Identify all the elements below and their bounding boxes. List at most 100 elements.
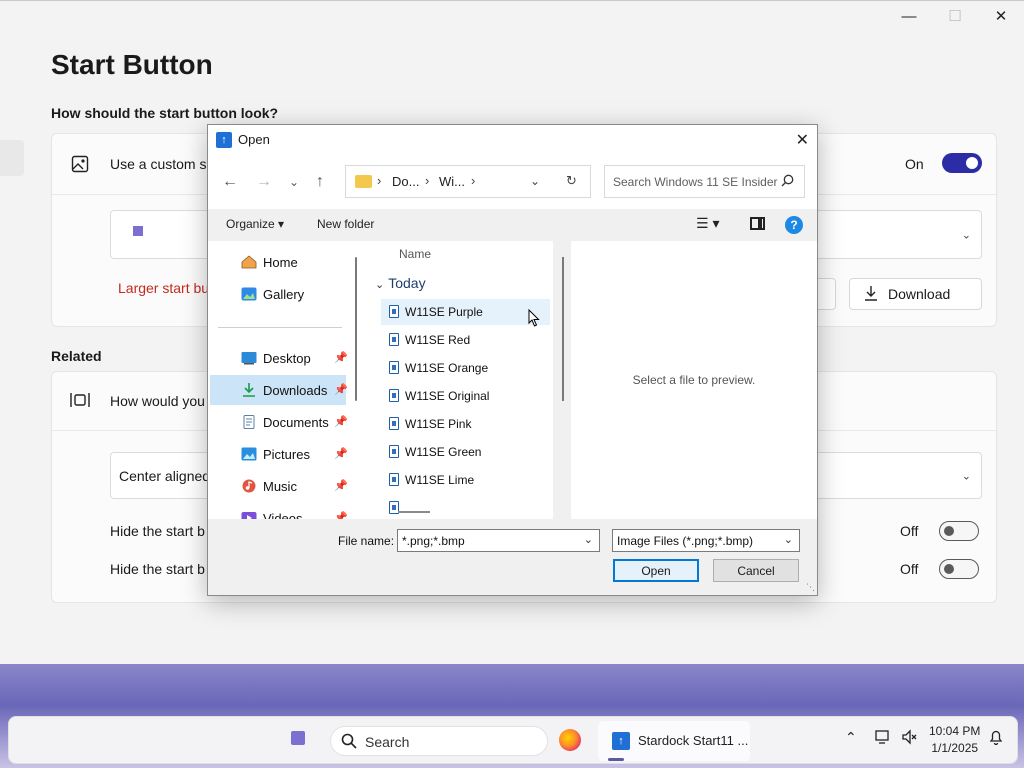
close-icon[interactable]: ✕ — [978, 1, 1024, 31]
back-icon[interactable]: ← — [222, 173, 238, 191]
volume-icon[interactable] — [901, 729, 917, 748]
file-item[interactable]: W11SE Lime — [381, 467, 550, 493]
nav-label: Documents — [263, 415, 329, 430]
horizontal-scrollbar[interactable] — [398, 511, 430, 513]
image-file-icon — [389, 445, 399, 458]
file-name: W11SE Green — [405, 445, 482, 459]
nav-item-videos[interactable]: Videos 📌 — [210, 503, 348, 519]
start-button[interactable] — [291, 731, 305, 745]
taskbar-clock[interactable]: 10:04 PM 1/1/2025 — [929, 723, 980, 757]
pin-icon: 📌 — [334, 480, 348, 492]
taskbar-search-label: Search — [365, 734, 410, 750]
chevron-down-icon[interactable]: ⌄ — [584, 533, 593, 546]
chevron-down-icon: ⌄ — [961, 229, 971, 241]
address-dropdown-icon[interactable]: ⌄ — [530, 174, 540, 188]
documents-icon — [241, 415, 257, 429]
start-preview-icon — [133, 226, 143, 236]
chevron-down-icon: ⌄ — [375, 279, 385, 291]
image-file-icon — [389, 389, 399, 402]
nav-item-gallery[interactable]: Gallery — [210, 279, 346, 309]
file-item[interactable]: W11SE Purple — [381, 299, 550, 325]
forward-icon[interactable]: → — [256, 173, 272, 191]
resize-grip-icon[interactable]: ⋱ — [806, 582, 815, 593]
breadcrumb-separator: › — [471, 173, 476, 188]
hide-row1-state: Off — [900, 523, 919, 539]
chevron-down-icon: ⌄ — [783, 534, 793, 546]
nav-item-downloads[interactable]: Downloads 📌 — [210, 375, 348, 405]
nav-item-documents[interactable]: Documents 📌 — [210, 407, 348, 437]
preview-message: Select a file to preview. — [632, 373, 756, 387]
file-item[interactable]: W11SE Pink — [381, 411, 550, 437]
refresh-icon[interactable]: ↻ — [566, 173, 577, 189]
new-folder-button[interactable]: New folder — [317, 217, 374, 231]
open-file-dialog: ↑ Open ✕ ← → ⌄ ↑ › Do... › Wi... › ⌄ ↻ S… — [207, 124, 818, 596]
minimize-icon[interactable]: — — [886, 1, 932, 31]
pictures-icon — [241, 447, 257, 461]
up-icon[interactable]: ↑ — [316, 173, 324, 191]
file-item[interactable] — [381, 495, 550, 519]
download-button[interactable]: Download — [849, 278, 982, 310]
mouse-cursor-icon — [528, 309, 540, 327]
file-item[interactable]: W11SE Red — [381, 327, 550, 353]
pin-icon: 📌 — [334, 512, 348, 519]
breadcrumb-separator: › — [377, 173, 382, 188]
nav-scrollbar[interactable] — [355, 257, 357, 401]
home-icon — [241, 255, 257, 269]
hide-row2-toggle[interactable] — [939, 559, 979, 579]
file-list-scrollbar[interactable] — [562, 257, 564, 401]
maximize-icon[interactable]: ☐ — [932, 1, 978, 31]
close-icon[interactable]: ✕ — [796, 130, 809, 150]
file-type-value: Image Files (*.png;*.bmp) — [617, 534, 754, 548]
file-type-select[interactable]: Image Files (*.png;*.bmp) ⌄ — [612, 529, 800, 552]
command-bar: Organize ▾ New folder ☰ ▾ ? — [208, 209, 817, 241]
file-item[interactable]: W11SE Original — [381, 383, 550, 409]
address-bar[interactable]: › Do... › Wi... › ⌄ ↻ — [345, 165, 591, 198]
custom-state-label: On — [905, 156, 924, 172]
nav-item-music[interactable]: Music 📌 — [210, 471, 348, 501]
cancel-button[interactable]: Cancel — [713, 559, 799, 582]
hide-row1-label: Hide the start b — [110, 523, 205, 539]
file-name-input[interactable]: *.png;*.bmp ⌄ — [397, 529, 600, 552]
help-icon[interactable]: ? — [785, 216, 803, 234]
file-item[interactable]: W11SE Orange — [381, 355, 550, 381]
view-options-icon[interactable]: ☰ ▾ — [696, 215, 719, 232]
dialog-titlebar: ↑ Open ✕ — [208, 125, 817, 155]
warning-text: Larger start bu — [118, 280, 210, 296]
notification-bell-icon[interactable] — [989, 729, 1003, 748]
breadcrumb-item[interactable]: Wi... — [439, 174, 465, 189]
nav-item-pictures[interactable]: Pictures 📌 — [210, 439, 348, 469]
organize-button[interactable]: Organize ▾ — [226, 217, 284, 231]
alignment-icon — [70, 390, 90, 410]
file-name: W11SE Purple — [405, 305, 483, 319]
column-header-name[interactable]: Name — [399, 247, 431, 261]
nav-pane-edge — [0, 140, 24, 176]
open-button[interactable]: Open — [613, 559, 699, 582]
clock-time: 10:04 PM — [929, 724, 981, 738]
search-placeholder: Search Windows 11 SE Insider — [613, 175, 778, 189]
group-header-today[interactable]: ⌄ Today — [375, 275, 426, 291]
recent-locations-icon[interactable]: ⌄ — [289, 175, 299, 189]
search-input[interactable]: Search Windows 11 SE Insider — [604, 165, 805, 198]
file-name: W11SE Red — [405, 333, 471, 347]
hide-row1-toggle[interactable] — [939, 521, 979, 541]
nav-item-home[interactable]: Home — [210, 247, 346, 277]
start11-app-icon: ↑ — [612, 732, 630, 750]
file-item[interactable]: W11SE Green — [381, 439, 550, 465]
preview-pane-icon[interactable] — [750, 217, 765, 230]
taskbar-search[interactable]: Search — [330, 726, 548, 756]
taskbar-app-start11[interactable]: ↑ Stardock Start11 ... — [598, 721, 750, 761]
videos-icon — [241, 511, 257, 519]
custom-start-toggle[interactable] — [942, 153, 982, 173]
nav-label: Pictures — [263, 447, 310, 462]
section-question: How should the start button look? — [51, 105, 279, 121]
related-row-label: How would you — [110, 393, 205, 409]
firefox-icon[interactable] — [559, 729, 581, 751]
nav-separator — [218, 327, 342, 328]
file-list-pane: Name ⌄ Today W11SE Purple W11SE Red W11SE… — [365, 241, 553, 519]
nav-item-desktop[interactable]: Desktop 📌 — [210, 343, 348, 373]
chevron-up-icon[interactable]: ⌃ — [845, 729, 857, 746]
breadcrumb-item[interactable]: Do... — [392, 174, 419, 189]
nav-label: Home — [263, 255, 298, 270]
network-icon[interactable] — [875, 729, 891, 748]
image-icon — [70, 154, 90, 174]
